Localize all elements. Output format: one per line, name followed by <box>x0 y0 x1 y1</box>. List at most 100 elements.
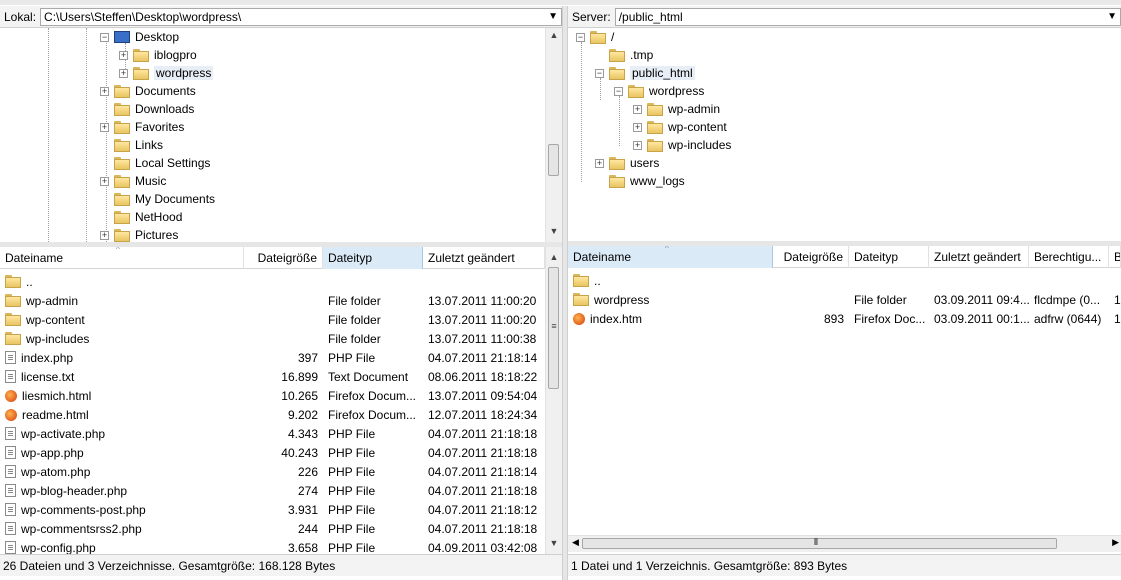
tree-node-wordpress[interactable]: − wordpress <box>614 82 704 100</box>
table-row[interactable]: index.htm 893 Firefox Doc... 03.09.2011 00:… <box>568 309 1121 328</box>
table-row[interactable]: wp-commentsrss2.php 244 PHP File 04.07.2011… <box>0 519 545 538</box>
expand-icon[interactable]: + <box>119 68 128 78</box>
tree-node-my-documents[interactable]: My Documents <box>100 190 215 208</box>
table-row[interactable]: index.php 397 PHP File 04.07.2011 21:18:14 <box>0 348 545 367</box>
tree-guide-line <box>86 28 87 242</box>
tree-node-label: Links <box>135 138 164 152</box>
remote-path-combobox[interactable]: /public_html ▼ <box>614 7 1121 26</box>
tree-node-wp-content[interactable]: + wp-content <box>633 118 727 136</box>
collapse-icon[interactable]: − <box>576 32 585 42</box>
tree-node-tmp[interactable]: .tmp <box>595 46 653 64</box>
tree-node-local-settings[interactable]: Local Settings <box>100 154 210 172</box>
table-row[interactable]: wp-atom.php 226 PHP File 04.07.2011 21:18:1… <box>0 462 545 481</box>
table-row[interactable]: wordpress File folder 03.09.2011 09:4... fl… <box>568 290 1121 309</box>
tree-node-desktop[interactable]: − Desktop <box>100 28 179 46</box>
column-header-modified[interactable]: Zuletzt geändert <box>423 247 545 269</box>
expand-icon[interactable]: + <box>100 230 109 240</box>
table-row[interactable]: license.txt 16.899 Text Document 08.06.2011… <box>0 367 545 386</box>
tree-guide-line <box>619 96 620 146</box>
tree-node-root[interactable]: − / <box>576 28 614 46</box>
local-list-scrollbar[interactable]: ▲ ≡ ▼ <box>545 247 562 554</box>
tree-node-downloads[interactable]: Downloads <box>100 100 194 118</box>
folder-icon <box>114 192 130 206</box>
expand-icon[interactable]: + <box>100 86 109 96</box>
tree-node-nethood[interactable]: NetHood <box>100 208 182 226</box>
column-header-size[interactable]: Dateigröße <box>244 247 323 269</box>
tree-node-wp-admin[interactable]: + wp-admin <box>633 100 720 118</box>
tree-node-pictures[interactable]: + Pictures <box>100 226 178 242</box>
tree-node-label: Documents <box>135 84 196 98</box>
local-path-label: Lokal: <box>4 9 37 24</box>
collapse-icon[interactable]: − <box>614 86 623 96</box>
table-row[interactable]: readme.html 9.202 Firefox Docum... 12.07.20… <box>0 405 545 424</box>
column-header-size[interactable]: Dateigröße <box>773 246 849 268</box>
remote-list-hscrollbar[interactable]: ◀ ⦀ ▶ <box>568 535 1121 552</box>
table-row[interactable]: wp-comments-post.php 3.931 PHP File 04.07.2… <box>0 500 545 519</box>
tree-node-wordpress[interactable]: + wordpress <box>119 64 214 82</box>
tree-node-users[interactable]: + users <box>595 154 659 172</box>
column-header-modified[interactable]: Zuletzt geändert <box>929 246 1029 268</box>
table-row[interactable]: wp-config.php 3.658 PHP File 04.09.2011 03:… <box>0 538 545 554</box>
tree-node-www-logs[interactable]: www_logs <box>595 172 685 190</box>
scroll-up-icon[interactable]: ▲ <box>546 30 562 40</box>
scroll-thumb[interactable] <box>582 538 1057 549</box>
file-name-cell: wp-app.php <box>0 446 244 460</box>
file-name-cell: .. <box>0 275 244 289</box>
file-modified: 13.07.2011 09:54:04 <box>428 388 538 403</box>
tree-guide-line <box>48 28 49 242</box>
expand-icon[interactable]: + <box>119 50 128 60</box>
expand-icon[interactable]: + <box>633 122 642 132</box>
tree-node-links[interactable]: Links <box>100 136 163 154</box>
table-row[interactable]: liesmich.html 10.265 Firefox Docum... 13.07… <box>0 386 545 405</box>
collapse-icon[interactable]: − <box>100 32 109 42</box>
expand-icon[interactable]: + <box>595 158 604 168</box>
file-type: Firefox Doc... <box>854 311 926 326</box>
tree-node-music[interactable]: + Music <box>100 172 166 190</box>
column-header-name[interactable]: Dateiname ^ <box>568 246 773 268</box>
file-type: PHP File <box>328 445 376 460</box>
file-name-cell: wp-comments-post.php <box>0 503 244 517</box>
column-header-owner[interactable]: B <box>1109 246 1121 268</box>
file-name: liesmich.html <box>22 388 92 403</box>
scroll-thumb[interactable] <box>548 144 559 176</box>
expand-icon[interactable]: + <box>100 122 109 132</box>
scroll-right-icon[interactable]: ▶ <box>1112 537 1119 548</box>
file-name-cell: readme.html <box>0 408 244 422</box>
column-header-name[interactable]: Dateiname ^ <box>0 247 244 269</box>
tree-node-public-html[interactable]: − public_html <box>595 64 695 82</box>
folder-icon <box>647 138 663 152</box>
tree-node-wp-includes[interactable]: + wp-includes <box>633 136 731 154</box>
table-row[interactable]: wp-content File folder 13.07.2011 11:00:20 <box>0 310 545 329</box>
chevron-down-icon[interactable]: ▼ <box>548 11 558 22</box>
table-row[interactable]: wp-activate.php 4.343 PHP File 04.07.2011 2… <box>0 424 545 443</box>
scroll-down-icon[interactable]: ▼ <box>546 538 562 548</box>
column-header-type[interactable]: Dateityp <box>323 247 423 269</box>
local-tree-scrollbar[interactable]: ▲ ▼ <box>545 28 562 242</box>
file-modified: 04.07.2011 21:18:14 <box>428 464 538 479</box>
column-header-type[interactable]: Dateityp <box>849 246 929 268</box>
scroll-down-icon[interactable]: ▼ <box>546 226 562 236</box>
table-row[interactable]: wp-includes File folder 13.07.2011 11:00:3… <box>0 329 545 348</box>
file-size: 244 <box>297 521 318 536</box>
table-row[interactable]: wp-admin File folder 13.07.2011 11:00:20 <box>0 291 545 310</box>
column-header-permissions[interactable]: Berechtigu... <box>1029 246 1109 268</box>
chevron-down-icon[interactable]: ▼ <box>1107 11 1117 22</box>
scroll-up-icon[interactable]: ▲ <box>546 252 562 262</box>
tree-node-iblogpro[interactable]: + iblogpro <box>119 46 197 64</box>
expand-icon[interactable]: + <box>633 104 642 114</box>
file-name: .. <box>26 274 33 289</box>
column-label: Dateiname <box>573 249 632 264</box>
table-row[interactable]: wp-blog-header.php 274 PHP File 04.07.2011 … <box>0 481 545 500</box>
collapse-icon[interactable]: − <box>595 68 604 78</box>
tree-node-documents[interactable]: + Documents <box>100 82 196 100</box>
local-path-combobox[interactable]: C:\Users\Steffen\Desktop\wordpress\ ▼ <box>40 7 562 26</box>
expand-icon[interactable]: + <box>100 176 109 186</box>
file-name: index.php <box>21 350 74 365</box>
table-row[interactable]: wp-app.php 40.243 PHP File 04.07.2011 21:18… <box>0 443 545 462</box>
table-row[interactable]: .. <box>0 272 545 291</box>
expand-icon[interactable]: + <box>633 140 642 150</box>
table-row[interactable]: .. <box>568 271 1121 290</box>
column-label: Zuletzt geändert <box>934 249 1021 264</box>
tree-node-favorites[interactable]: + Favorites <box>100 118 184 136</box>
scroll-left-icon[interactable]: ◀ <box>572 537 579 548</box>
